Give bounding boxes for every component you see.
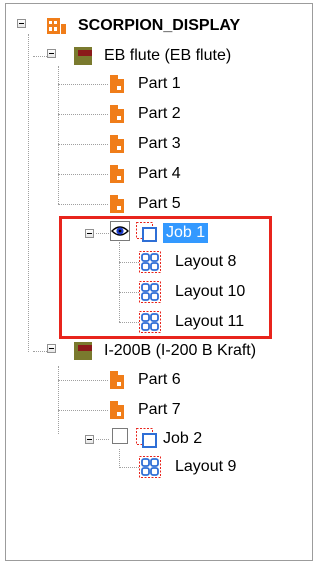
tree-node-part[interactable]: Part 6 [108, 367, 181, 393]
tree-line [28, 34, 29, 352]
part-icon [110, 165, 124, 183]
tree-node-job[interactable]: Job 2 [135, 426, 202, 452]
tree-node-part[interactable]: Part 3 [108, 131, 181, 157]
tree-node-layout[interactable]: Layout 9 [139, 454, 236, 480]
part-label: Part 4 [138, 165, 181, 182]
collapse-toggle[interactable] [17, 19, 26, 28]
part-label: Part 2 [138, 105, 181, 122]
part-icon [110, 135, 124, 153]
tree-node-board[interactable]: EB flute (EB flute) [74, 43, 231, 69]
part-label: Part 1 [138, 75, 181, 92]
part-icon [110, 401, 124, 419]
tree-line [96, 439, 109, 440]
visibility-checkbox[interactable] [112, 428, 128, 444]
tree-node-root[interactable]: SCORPION_DISPLAY [46, 13, 240, 39]
board-icon [74, 342, 92, 360]
tree-node-part[interactable]: Part 1 [108, 71, 181, 97]
tree-line [58, 366, 59, 434]
tree-line [58, 174, 108, 175]
tree-panel[interactable]: SCORPION_DISPLAY EB flute (EB flute) Par… [5, 3, 313, 561]
tree-line [119, 449, 120, 466]
tree-line [58, 204, 108, 205]
part-icon [110, 195, 124, 213]
part-icon [110, 75, 124, 93]
tree-line [58, 144, 108, 145]
tree-line [33, 56, 47, 57]
layout-label: Layout 9 [175, 458, 237, 475]
tree-node-part[interactable]: Part 2 [108, 101, 181, 127]
part-label: Part 5 [138, 195, 181, 212]
scorpion-display-icon [47, 18, 66, 34]
part-label: Part 7 [138, 401, 181, 418]
tree-node-part[interactable]: Part 4 [108, 161, 181, 187]
board-icon [74, 47, 92, 65]
part-icon [110, 105, 124, 123]
part-label: Part 3 [138, 135, 181, 152]
collapse-toggle[interactable] [47, 344, 56, 353]
tree-line [33, 351, 47, 352]
tree-line [58, 410, 108, 411]
layout-icon [139, 456, 161, 478]
board-label: EB flute (EB flute) [104, 47, 232, 64]
part-label: Part 6 [138, 371, 181, 388]
part-icon [110, 371, 124, 389]
job-label: Job 2 [163, 430, 203, 447]
collapse-toggle[interactable] [47, 49, 56, 58]
job-icon [136, 428, 157, 448]
tree-node-part[interactable]: Part 7 [108, 397, 181, 423]
tree-line [58, 114, 108, 115]
tree-node-board[interactable]: I-200B (I-200 B Kraft) [74, 338, 256, 364]
highlight-box [59, 216, 272, 339]
root-label: SCORPION_DISPLAY [78, 17, 241, 34]
tree-node-part[interactable]: Part 5 [108, 191, 181, 217]
board-label: I-200B (I-200 B Kraft) [104, 342, 257, 359]
tree-line [119, 467, 139, 468]
tree-line [58, 84, 108, 85]
tree-line [58, 380, 108, 381]
collapse-toggle[interactable] [85, 435, 94, 444]
tree-line [58, 66, 59, 204]
